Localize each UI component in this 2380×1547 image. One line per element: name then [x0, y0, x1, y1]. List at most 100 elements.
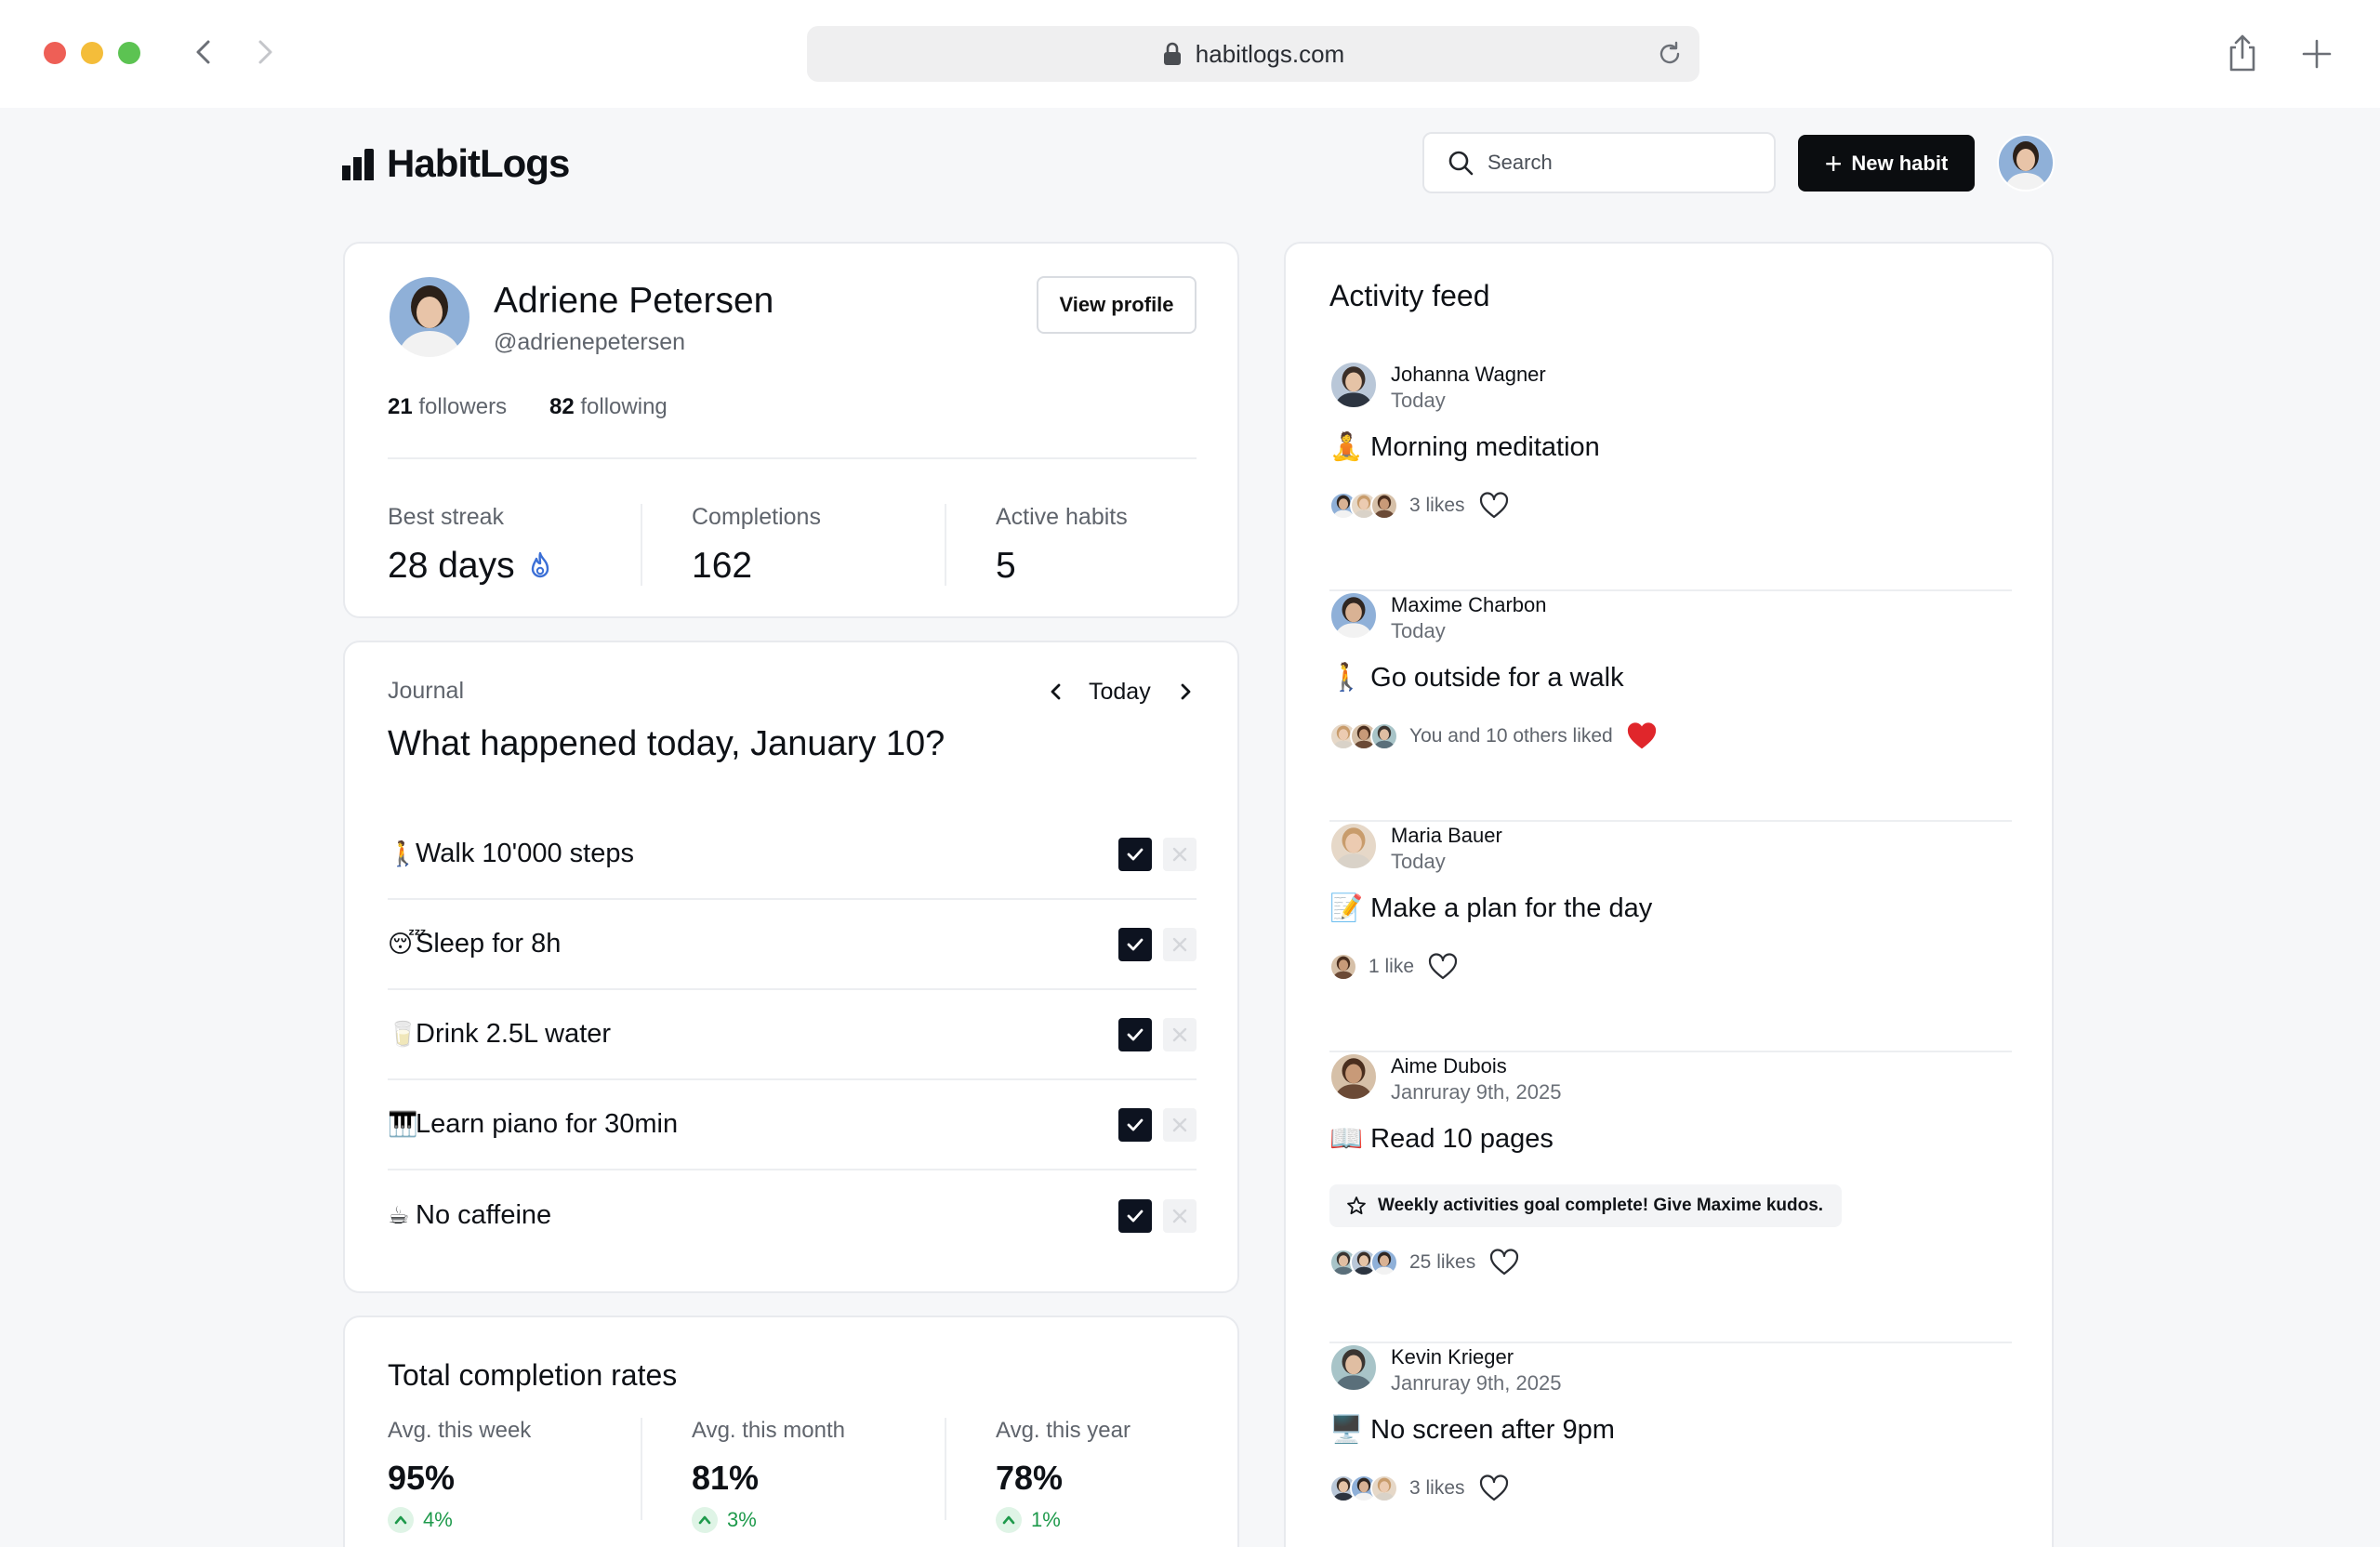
feed-habit-emoji-icon: 🚶 — [1329, 663, 1364, 693]
heart-icon[interactable] — [1427, 951, 1459, 983]
feed-user-avatar[interactable] — [1329, 591, 1378, 640]
feed-habit: 🧘 Morning meditation — [1329, 431, 1600, 463]
streak-flame-icon — [531, 551, 549, 578]
liker-avatar-stack[interactable] — [1329, 953, 1357, 981]
kudos-text: Weekly activities goal complete! Give Ma… — [1378, 1196, 1824, 1215]
rate-delta: 1% — [996, 1507, 1130, 1533]
habit-row: 😴 Sleep for 8h — [388, 900, 1197, 990]
rate-delta: 4% — [388, 1507, 531, 1533]
feed-user-avatar[interactable] — [1329, 822, 1378, 870]
heart-icon[interactable] — [1488, 1247, 1520, 1278]
rate-delta: 3% — [692, 1507, 845, 1533]
new-habit-label: New habit — [1851, 151, 1949, 175]
followers-link[interactable]: 21 followers — [388, 394, 507, 420]
feed-user-avatar[interactable] — [1329, 361, 1378, 409]
habit-skip-button[interactable] — [1163, 927, 1197, 961]
window-maximize-button[interactable] — [118, 42, 140, 64]
habit-row: 🥛 Drink 2.5L water — [388, 990, 1197, 1080]
habit-row: 🎹 Learn piano for 30min — [388, 1080, 1197, 1170]
user-avatar[interactable] — [1997, 134, 2055, 192]
feed-user-name[interactable]: Maxime Charbon — [1391, 593, 1547, 617]
heart-icon[interactable] — [1626, 721, 1658, 752]
search-input[interactable] — [1488, 151, 1757, 175]
heart-icon[interactable] — [1478, 1473, 1510, 1504]
following-link[interactable]: 82 following — [549, 394, 668, 420]
kudos-banner[interactable]: Weekly activities goal complete! Give Ma… — [1329, 1184, 1843, 1227]
brand-logo[interactable]: HabitLogs — [342, 141, 570, 186]
avatar-image — [1329, 361, 1378, 409]
back-arrow-icon[interactable] — [188, 35, 221, 69]
likes-count[interactable]: 1 like — [1368, 956, 1414, 978]
profile-avatar — [388, 275, 471, 359]
habit-complete-checkbox[interactable] — [1118, 837, 1152, 871]
liker-avatar-stack[interactable] — [1329, 1474, 1398, 1502]
window-minimize-button[interactable] — [81, 42, 103, 64]
habit-skip-button[interactable] — [1163, 1198, 1197, 1233]
share-icon[interactable] — [2226, 33, 2259, 73]
feed-title: Activity feed — [1329, 279, 1490, 312]
stat-best-streak: Best streak 28 days — [388, 504, 556, 587]
journal-title: What happened today, January 10? — [388, 724, 945, 763]
address-bar[interactable]: habitlogs.com — [807, 26, 1699, 82]
rate-stat: Avg. this year 78% 1% — [996, 1418, 1130, 1533]
new-tab-icon[interactable] — [2300, 37, 2334, 71]
feed-item: Kevin Krieger Janruray 9th, 2025 🖥️ No s… — [1329, 1343, 2012, 1547]
rate-stat: Avg. this week 95% 4% — [388, 1418, 531, 1533]
liker-avatar-stack[interactable] — [1329, 1249, 1398, 1276]
reload-icon[interactable] — [1655, 39, 1685, 69]
search-box[interactable] — [1422, 132, 1776, 193]
habit-name: Sleep for 8h — [416, 929, 562, 959]
avatar-image — [1329, 1052, 1378, 1101]
habit-complete-checkbox[interactable] — [1118, 1107, 1152, 1142]
feed-user-name[interactable]: Kevin Krieger — [1391, 1345, 1514, 1369]
habit-skip-button[interactable] — [1163, 837, 1197, 871]
likes-count[interactable]: 25 likes — [1409, 1251, 1475, 1274]
view-profile-button[interactable]: View profile — [1037, 276, 1197, 334]
habit-complete-checkbox[interactable] — [1118, 927, 1152, 961]
heart-icon[interactable] — [1478, 490, 1510, 522]
liker-avatar-stack[interactable] — [1329, 722, 1398, 750]
likes-count[interactable]: 3 likes — [1409, 495, 1465, 517]
habit-row: 🚶 Walk 10'000 steps — [388, 810, 1197, 900]
feed-habit: 🖥️ No screen after 9pm — [1329, 1414, 1615, 1446]
habit-emoji-icon: 🚶 — [388, 840, 418, 867]
likes-count[interactable]: 3 likes — [1409, 1477, 1465, 1500]
profile-card: Adriene Petersen @adrienepetersen View p… — [343, 242, 1239, 618]
liker-avatar — [1370, 722, 1398, 750]
feed-habit-name: Go outside for a walk — [1370, 663, 1624, 693]
feed-user-name[interactable]: Aime Dubois — [1391, 1054, 1507, 1078]
divider — [641, 504, 642, 586]
habit-name: Walk 10'000 steps — [416, 839, 634, 868]
rate-delta-value: 3% — [727, 1508, 757, 1531]
feed-user-avatar[interactable] — [1329, 1052, 1378, 1101]
habit-skip-button[interactable] — [1163, 1107, 1197, 1142]
new-habit-button[interactable]: + New habit — [1798, 135, 1975, 192]
stat-value: 28 days — [388, 546, 515, 586]
habit-name: Learn piano for 30min — [416, 1109, 679, 1139]
window-close-button[interactable] — [44, 42, 66, 64]
profile-handle: @adrienepetersen — [494, 329, 686, 355]
feed-item: Maxime Charbon Today 🚶 Go outside for a … — [1329, 591, 2012, 822]
forward-arrow-icon[interactable] — [247, 35, 281, 69]
feed-user-name[interactable]: Johanna Wagner — [1391, 363, 1546, 387]
feed-user-avatar[interactable] — [1329, 1343, 1378, 1392]
rate-value: 81% — [692, 1459, 760, 1497]
likes-count[interactable]: You and 10 others liked — [1409, 725, 1613, 747]
chevron-right-icon[interactable] — [1171, 678, 1199, 706]
completion-rates-card: Total completion rates Avg. this week 95… — [343, 1316, 1239, 1547]
journal-date-label[interactable]: Today — [1089, 679, 1151, 706]
feed-date: Janruray 9th, 2025 — [1391, 1080, 1562, 1104]
feed-habit-name: Morning meditation — [1370, 432, 1600, 462]
journal-label: Journal — [388, 678, 464, 704]
habit-complete-checkbox[interactable] — [1118, 1017, 1152, 1051]
feed-user-name[interactable]: Maria Bauer — [1391, 824, 1502, 848]
liker-avatar-stack[interactable] — [1329, 492, 1398, 520]
stat-value: 5 — [996, 546, 1016, 586]
stat-value: 162 — [692, 546, 753, 586]
search-icon — [1448, 151, 1474, 176]
habit-skip-button[interactable] — [1163, 1017, 1197, 1051]
chevron-left-icon[interactable] — [1042, 678, 1070, 706]
habit-complete-checkbox[interactable] — [1118, 1198, 1152, 1233]
feed-habit-name: Make a plan for the day — [1370, 893, 1653, 923]
divider — [388, 457, 1197, 459]
